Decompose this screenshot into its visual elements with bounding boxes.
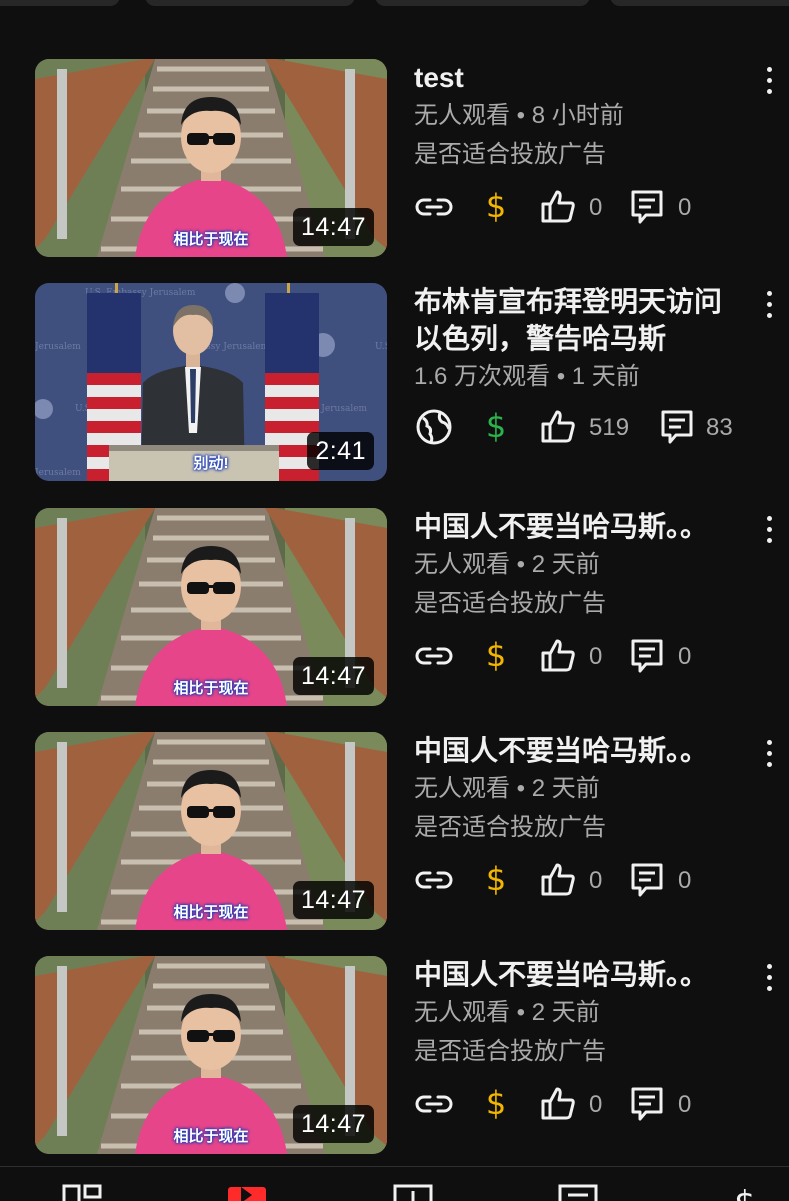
like-count: 519 bbox=[589, 414, 630, 441]
filter-chip[interactable] bbox=[0, 0, 120, 6]
video-duration: 14:47 bbox=[292, 881, 374, 919]
monetization-icon[interactable]: $ bbox=[476, 407, 516, 447]
more-options-icon[interactable] bbox=[762, 740, 776, 770]
like-icon[interactable] bbox=[538, 860, 578, 900]
video-duration: 14:47 bbox=[292, 1105, 374, 1143]
comment-count: 0 bbox=[678, 194, 692, 221]
video-item[interactable]: 相比于现在 14:47 test 无人观看 • 8 小时前 是否适合投放广告 $ bbox=[0, 59, 789, 259]
more-options-icon[interactable] bbox=[762, 516, 776, 546]
video-title[interactable]: 中国人不要当哈马斯。。 bbox=[414, 732, 744, 769]
comment-icon[interactable] bbox=[628, 636, 668, 676]
video-info: 中国人不要当哈马斯。。 无人观看 • 2 天前 是否适合投放广告 bbox=[414, 956, 744, 1071]
content-icon[interactable] bbox=[226, 1183, 268, 1201]
ad-suitability-text: 是否适合投放广告 bbox=[414, 141, 606, 168]
video-title[interactable]: 布林肯宣布拜登明天访问以色列，警告哈马斯 bbox=[414, 283, 744, 357]
ad-suitability-text: 是否适合投放广告 bbox=[414, 1038, 606, 1065]
like-count: 0 bbox=[589, 643, 603, 670]
thumbnail-caption: 相比于现在 bbox=[173, 1128, 249, 1145]
comment-icon[interactable] bbox=[658, 407, 698, 447]
video-info: 中国人不要当哈马斯。。 无人观看 • 2 天前 是否适合投放广告 bbox=[414, 508, 744, 623]
thumbnail-caption: 相比于现在 bbox=[173, 231, 249, 248]
video-thumbnail[interactable]: U.S. Embassy Jerusalem Jerusalem bassy J… bbox=[35, 283, 387, 481]
video-stats: $ 519 83 bbox=[414, 407, 789, 451]
comment-count: 0 bbox=[678, 643, 692, 670]
video-views-age: 无人观看 • 2 天前 bbox=[414, 551, 600, 578]
thumbnail-caption: 相比于现在 bbox=[173, 680, 249, 697]
svg-text:$: $ bbox=[486, 1084, 506, 1122]
filter-chip-bar bbox=[0, 0, 789, 10]
svg-text:Jerusalem: Jerusalem bbox=[35, 468, 81, 478]
more-options-icon[interactable] bbox=[762, 964, 776, 994]
analytics-icon[interactable] bbox=[392, 1183, 434, 1201]
video-duration: 14:47 bbox=[292, 208, 374, 246]
link-icon[interactable] bbox=[414, 636, 454, 676]
monetization-icon[interactable]: $ bbox=[476, 187, 516, 227]
link-icon[interactable] bbox=[414, 187, 454, 227]
globe-icon[interactable] bbox=[414, 407, 454, 447]
like-count: 0 bbox=[589, 1091, 603, 1118]
comment-count: 83 bbox=[706, 414, 733, 441]
dashboard-icon[interactable] bbox=[61, 1183, 103, 1201]
earn-icon[interactable]: $ bbox=[724, 1183, 766, 1201]
video-title[interactable]: test bbox=[414, 59, 744, 96]
like-icon[interactable] bbox=[538, 187, 578, 227]
comment-icon[interactable] bbox=[628, 860, 668, 900]
monetization-icon[interactable]: $ bbox=[476, 1084, 516, 1124]
comments-icon[interactable] bbox=[557, 1183, 599, 1201]
svg-text:Jerusalem: Jerusalem bbox=[35, 342, 81, 352]
video-duration: 14:47 bbox=[292, 657, 374, 695]
video-stats: $ 0 0 bbox=[414, 636, 789, 680]
thumbnail-caption: 相比于现在 bbox=[173, 904, 249, 921]
video-views-age: 无人观看 • 2 天前 bbox=[414, 775, 600, 802]
video-info: test 无人观看 • 8 小时前 是否适合投放广告 bbox=[414, 59, 744, 174]
filter-chip[interactable] bbox=[610, 0, 789, 6]
like-icon[interactable] bbox=[538, 1084, 578, 1124]
like-count: 0 bbox=[589, 867, 603, 894]
comment-count: 0 bbox=[678, 867, 692, 894]
svg-text:U.S: U.S bbox=[375, 342, 387, 352]
monetization-icon[interactable]: $ bbox=[476, 860, 516, 900]
video-stats: $ 0 0 bbox=[414, 187, 789, 231]
svg-text:$: $ bbox=[486, 636, 506, 674]
like-icon[interactable] bbox=[538, 407, 578, 447]
video-stats: $ 0 0 bbox=[414, 1084, 789, 1128]
video-title[interactable]: 中国人不要当哈马斯。。 bbox=[414, 956, 744, 993]
video-item[interactable]: 相比于现在 14:47 中国人不要当哈马斯。。 无人观看 • 2 天前 是否适合… bbox=[0, 508, 789, 708]
svg-text:$: $ bbox=[486, 187, 506, 225]
video-info: 布林肯宣布拜登明天访问以色列，警告哈马斯 1.6 万次观看 • 1 天前 bbox=[414, 283, 744, 396]
comment-icon[interactable] bbox=[628, 187, 668, 227]
video-title[interactable]: 中国人不要当哈马斯。。 bbox=[414, 508, 744, 545]
ad-suitability-text: 是否适合投放广告 bbox=[414, 814, 606, 841]
video-thumbnail[interactable]: 相比于现在 14:47 bbox=[35, 732, 387, 930]
video-stats: $ 0 0 bbox=[414, 860, 789, 904]
bottom-navigation: $ bbox=[0, 1166, 789, 1201]
comment-count: 0 bbox=[678, 1091, 692, 1118]
video-views-age: 1.6 万次观看 • 1 天前 bbox=[414, 363, 640, 390]
ad-suitability-text: 是否适合投放广告 bbox=[414, 590, 606, 617]
svg-text:$: $ bbox=[486, 407, 506, 445]
video-duration: 2:41 bbox=[307, 432, 374, 470]
filter-chip[interactable] bbox=[375, 0, 590, 6]
video-item[interactable]: 相比于现在 14:47 中国人不要当哈马斯。。 无人观看 • 2 天前 是否适合… bbox=[0, 732, 789, 932]
svg-text:$: $ bbox=[734, 1184, 756, 1201]
filter-chip[interactable] bbox=[145, 0, 355, 6]
svg-text:$: $ bbox=[486, 860, 506, 898]
video-views-age: 无人观看 • 8 小时前 bbox=[414, 102, 624, 129]
video-thumbnail[interactable]: 相比于现在 14:47 bbox=[35, 956, 387, 1154]
video-item[interactable]: 相比于现在 14:47 中国人不要当哈马斯。。 无人观看 • 2 天前 是否适合… bbox=[0, 956, 789, 1156]
video-info: 中国人不要当哈马斯。。 无人观看 • 2 天前 是否适合投放广告 bbox=[414, 732, 744, 847]
video-item[interactable]: U.S. Embassy Jerusalem Jerusalem bassy J… bbox=[0, 283, 789, 483]
video-thumbnail[interactable]: 相比于现在 14:47 bbox=[35, 59, 387, 257]
comment-icon[interactable] bbox=[628, 1084, 668, 1124]
link-icon[interactable] bbox=[414, 1084, 454, 1124]
more-options-icon[interactable] bbox=[762, 67, 776, 97]
thumbnail-caption: 别动! bbox=[193, 455, 229, 472]
more-options-icon[interactable] bbox=[762, 291, 776, 321]
like-count: 0 bbox=[589, 194, 603, 221]
video-thumbnail[interactable]: 相比于现在 14:47 bbox=[35, 508, 387, 706]
video-views-age: 无人观看 • 2 天前 bbox=[414, 999, 600, 1026]
monetization-icon[interactable]: $ bbox=[476, 636, 516, 676]
like-icon[interactable] bbox=[538, 636, 578, 676]
link-icon[interactable] bbox=[414, 860, 454, 900]
